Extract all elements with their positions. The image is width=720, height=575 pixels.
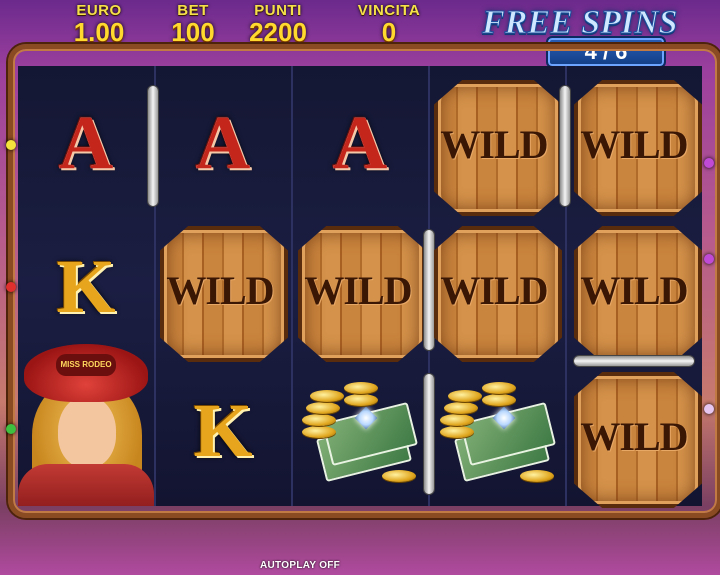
reel1-row2-symbol: K bbox=[18, 214, 154, 360]
coin-icon bbox=[448, 390, 482, 402]
wild-label: WILD bbox=[580, 267, 688, 313]
king-symbol: K bbox=[56, 245, 116, 329]
wild-symbol: WILD bbox=[292, 220, 426, 362]
bet-value: 100 bbox=[171, 17, 215, 47]
ace-symbol: A bbox=[195, 101, 251, 185]
win-value: 0 bbox=[381, 17, 397, 47]
coin-icon bbox=[440, 426, 474, 438]
ace-symbol: A bbox=[332, 101, 388, 185]
wild-symbol: WILD bbox=[568, 220, 702, 362]
hat-badge: MISS RODEO bbox=[56, 354, 116, 376]
wild-label: WILD bbox=[440, 267, 548, 313]
coin-icon bbox=[444, 402, 478, 414]
reel2-row3-symbol: K bbox=[155, 358, 291, 504]
wild-symbol: WILD bbox=[568, 74, 702, 216]
bet-stat: BET 100 bbox=[160, 2, 226, 45]
wild-label: WILD bbox=[580, 413, 688, 459]
payline-gem bbox=[6, 140, 16, 150]
coin-icon bbox=[482, 394, 516, 406]
wild-label: WILD bbox=[166, 267, 274, 313]
euro-value: 1.00 bbox=[73, 17, 125, 47]
euro-stat: EURO 1.00 bbox=[64, 2, 134, 45]
coin-icon bbox=[302, 426, 336, 438]
wild-symbol: WILD bbox=[428, 220, 562, 362]
shirt bbox=[18, 464, 154, 506]
coin-icon bbox=[382, 470, 416, 482]
money-symbol bbox=[296, 372, 426, 492]
payline-gem bbox=[704, 404, 714, 414]
wild-symbol: WILD bbox=[568, 366, 702, 508]
wild-symbol: WILD bbox=[154, 220, 288, 362]
coin-icon bbox=[482, 382, 516, 394]
autoplay-status[interactable]: AUTOPLAY OFF bbox=[260, 560, 340, 571]
points-stat: PUNTI 2200 bbox=[236, 2, 320, 45]
metal-rod-icon bbox=[574, 356, 694, 366]
metal-rod-icon bbox=[148, 86, 158, 206]
cowgirl-symbol: MISS RODEO bbox=[18, 340, 154, 506]
wild-symbol: WILD bbox=[428, 74, 562, 216]
coin-icon bbox=[344, 394, 378, 406]
wild-label: WILD bbox=[304, 267, 412, 313]
king-symbol: K bbox=[193, 389, 253, 473]
payline-gem bbox=[704, 158, 714, 168]
wild-label: WILD bbox=[580, 121, 688, 167]
payline-gem bbox=[6, 282, 16, 292]
coin-icon bbox=[520, 470, 554, 482]
reel1-row1-symbol: A bbox=[18, 70, 154, 216]
reel2-row1-symbol: A bbox=[155, 70, 291, 216]
metal-rod-icon bbox=[424, 374, 434, 494]
payline-gem bbox=[6, 424, 16, 434]
win-stat: VINCITA 0 bbox=[344, 2, 434, 45]
coin-icon bbox=[310, 390, 344, 402]
face bbox=[58, 396, 116, 468]
coin-icon bbox=[344, 382, 378, 394]
payline-gem bbox=[704, 254, 714, 264]
reel3-row1-symbol: A bbox=[292, 70, 428, 216]
hud-bar: EURO 1.00 BET 100 PUNTI 2200 VINCITA 0 F… bbox=[0, 0, 720, 68]
coin-icon bbox=[306, 402, 340, 414]
wild-label: WILD bbox=[440, 121, 548, 167]
coin-icon bbox=[440, 414, 474, 426]
money-symbol bbox=[434, 372, 564, 492]
ace-symbol: A bbox=[58, 101, 114, 185]
points-value: 2200 bbox=[249, 17, 307, 47]
coin-icon bbox=[302, 414, 336, 426]
